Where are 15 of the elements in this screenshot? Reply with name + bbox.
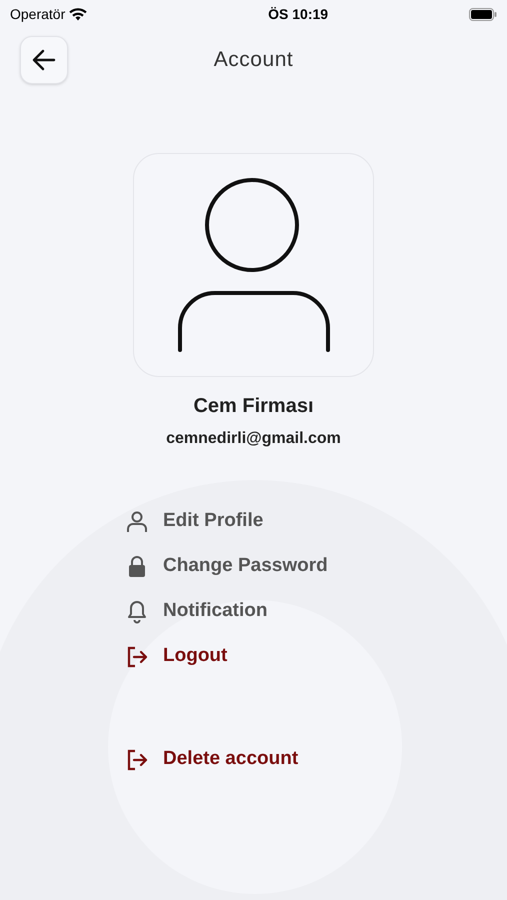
- page-title: Account: [214, 47, 294, 74]
- profile-email: cemnedirli@gmail.com: [166, 429, 341, 449]
- back-button[interactable]: [20, 36, 68, 84]
- menu-item[interactable]: Edit Profile: [125, 499, 507, 544]
- battery-icon: [469, 8, 497, 20]
- menu-item[interactable]: Notification: [125, 589, 507, 634]
- menu-item[interactable]: Logout: [125, 634, 507, 679]
- back-arrow-icon: [32, 49, 56, 71]
- menu-item[interactable]: Delete account: [125, 737, 507, 782]
- wifi-icon: [69, 8, 88, 20]
- profile-name: Cem Firması: [193, 394, 314, 419]
- carrier-text: Operatör: [10, 4, 66, 24]
- status-time: ÖS 10:19: [268, 4, 328, 24]
- person-avatar-icon: [178, 178, 330, 352]
- menu-item[interactable]: Change Password: [125, 544, 507, 589]
